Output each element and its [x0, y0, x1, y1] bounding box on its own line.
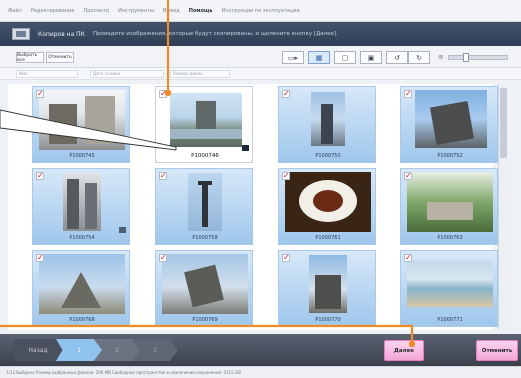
cancel-button[interactable]: Отменить — [476, 340, 518, 361]
photo-thumbnail — [63, 173, 101, 231]
rotate-left-icon[interactable]: ↺ — [386, 51, 408, 64]
photo-thumbnail — [407, 261, 493, 307]
thumbnail-filename: P1000752 — [437, 153, 463, 159]
toolbar: Выбрать все Отменить ▭▸ ▦ ▢ ▣ ↺ ↻ ≡ — [0, 46, 521, 68]
thumbnail-filename: P1000768 — [69, 317, 95, 323]
app-window: Файл Редактирование Просмотр Инструменты… — [0, 0, 521, 378]
photo-thumbnail — [188, 173, 222, 231]
rotation-badge-icon — [119, 227, 126, 233]
sort-field-size[interactable]: Размер файла — [170, 70, 230, 78]
wizard-step-1: 1 — [56, 339, 102, 361]
thumbnail-tile[interactable]: ✓ P1000768 — [32, 250, 130, 327]
scrollbar-thumb[interactable] — [500, 88, 507, 158]
check-mark-icon[interactable]: ✓ — [36, 172, 44, 180]
list-view-icon[interactable]: ≡ — [438, 53, 446, 61]
thumbnail-filename: P1000769 — [192, 317, 218, 323]
rotate-right-icon[interactable]: ↻ — [408, 51, 430, 64]
back-button[interactable]: Назад — [14, 339, 62, 361]
thumbnail-tile[interactable]: ✓ P1000763 — [400, 168, 498, 245]
check-mark-icon[interactable]: ✓ — [282, 254, 290, 262]
photo-thumbnail — [407, 172, 493, 232]
photo-thumbnail — [309, 255, 347, 313]
photo-thumbnail — [170, 93, 242, 147]
rotation-badge-icon — [242, 145, 249, 151]
thumbnail-filename: P1000746 — [191, 153, 219, 159]
thumbnail-tile-selected[interactable]: ✓ P1000746 — [155, 86, 253, 163]
check-mark-icon[interactable]: ✓ — [404, 254, 412, 262]
check-mark-icon[interactable]: ✓ — [404, 172, 412, 180]
zoom-slider[interactable] — [448, 53, 508, 62]
status-bar: 1/12 Выбрано Размер выбранных файлов: 29… — [0, 366, 521, 378]
check-mark-icon[interactable]: ✓ — [404, 90, 412, 98]
menu-bar: Файл Редактирование Просмотр Инструменты… — [0, 0, 521, 22]
select-all-button[interactable]: Выбрать все — [16, 52, 44, 63]
menu-help[interactable]: Помощь — [189, 8, 213, 14]
check-mark-icon[interactable]: ✓ — [282, 90, 290, 98]
thumbnail-filename: P1000758 — [192, 235, 218, 241]
copy-to-pc-icon — [12, 28, 30, 40]
thumbnail-tile[interactable]: ✓ P1000769 — [155, 250, 253, 327]
sort-field-date[interactable]: Дата съемки — [90, 70, 164, 78]
menu-instructions[interactable]: Инструкции по эксплуатации — [222, 8, 300, 14]
deselect-all-button[interactable]: Отменить — [46, 52, 74, 63]
status-text: 1/12 Выбрано Размер выбранных файлов: 29… — [6, 370, 241, 375]
check-mark-icon[interactable]: ✓ — [36, 90, 44, 98]
photo-thumbnail — [415, 90, 487, 148]
check-mark-icon[interactable]: ✓ — [159, 254, 167, 262]
check-mark-icon[interactable]: ✓ — [159, 172, 167, 180]
photo-thumbnail — [39, 90, 125, 150]
photo-thumbnail — [39, 254, 125, 314]
thumbnail-tile[interactable]: ✓ P1000761 — [278, 168, 376, 245]
sort-field-name[interactable]: Имя — [16, 70, 78, 78]
compare-view-icon[interactable]: ▣ — [360, 51, 382, 64]
thumbnail-tile[interactable]: ✓ P1000750 — [278, 86, 376, 163]
thumbnail-tile[interactable]: ✓ P1000752 — [400, 86, 498, 163]
photo-thumbnail — [162, 254, 248, 314]
wizard-title-bar: Копиров на ПК Проведите изображения, кот… — [0, 22, 521, 46]
thumbnail-tile[interactable]: ✓ P1000745 — [32, 86, 130, 163]
thumbnail-filename: P1000763 — [437, 235, 463, 241]
menu-file[interactable]: Файл — [8, 8, 22, 14]
grid-scrollbar[interactable] — [498, 84, 508, 330]
menu-edit[interactable]: Редактирование — [31, 8, 75, 14]
slideshow-icon[interactable]: ▭▸ — [282, 51, 304, 64]
thumbnail-tile[interactable]: ✓ P1000771 — [400, 250, 498, 327]
single-view-icon[interactable]: ▢ — [334, 51, 356, 64]
zoom-slider-handle[interactable] — [463, 53, 469, 62]
photo-thumbnail — [285, 172, 371, 232]
wizard-title: Копиров на ПК — [38, 30, 85, 38]
sort-field-row: Имя Дата съемки Размер файла — [0, 68, 521, 80]
thumbnail-filename: P1000750 — [315, 153, 341, 159]
thumbnail-tile[interactable]: ✓ P1000758 — [155, 168, 253, 245]
photo-thumbnail — [311, 92, 345, 146]
menu-tools[interactable]: Инструменты — [118, 8, 154, 14]
menu-output[interactable]: Вывод — [163, 8, 180, 14]
check-mark-icon[interactable]: ✓ — [36, 254, 44, 262]
thumbnail-tile[interactable]: ✓ P1000754 — [32, 168, 130, 245]
wizard-instruction: Проведите изображения, которые будут ско… — [92, 31, 338, 37]
thumbnail-filename: P1000771 — [437, 317, 463, 323]
check-mark-icon[interactable]: ✓ — [159, 90, 167, 98]
thumbnail-view-icon[interactable]: ▦ — [308, 51, 330, 64]
next-button[interactable]: Далее — [384, 340, 424, 361]
thumbnail-filename: P1000754 — [69, 235, 95, 241]
thumbnail-filename: P1000770 — [315, 317, 341, 323]
wizard-step-bar: Назад 3 2 1 Далее Отменить — [0, 334, 521, 366]
thumbnail-filename: P1000745 — [69, 153, 95, 159]
thumbnail-filename: P1000761 — [315, 235, 341, 241]
thumbnail-grid: ✓ P1000745 ✓ P1000746 ✓ P1000750 ✓ P1000 — [8, 84, 498, 330]
thumbnail-tile[interactable]: ✓ P1000770 — [278, 250, 376, 327]
menu-view[interactable]: Просмотр — [83, 8, 109, 14]
check-mark-icon[interactable]: ✓ — [282, 172, 290, 180]
